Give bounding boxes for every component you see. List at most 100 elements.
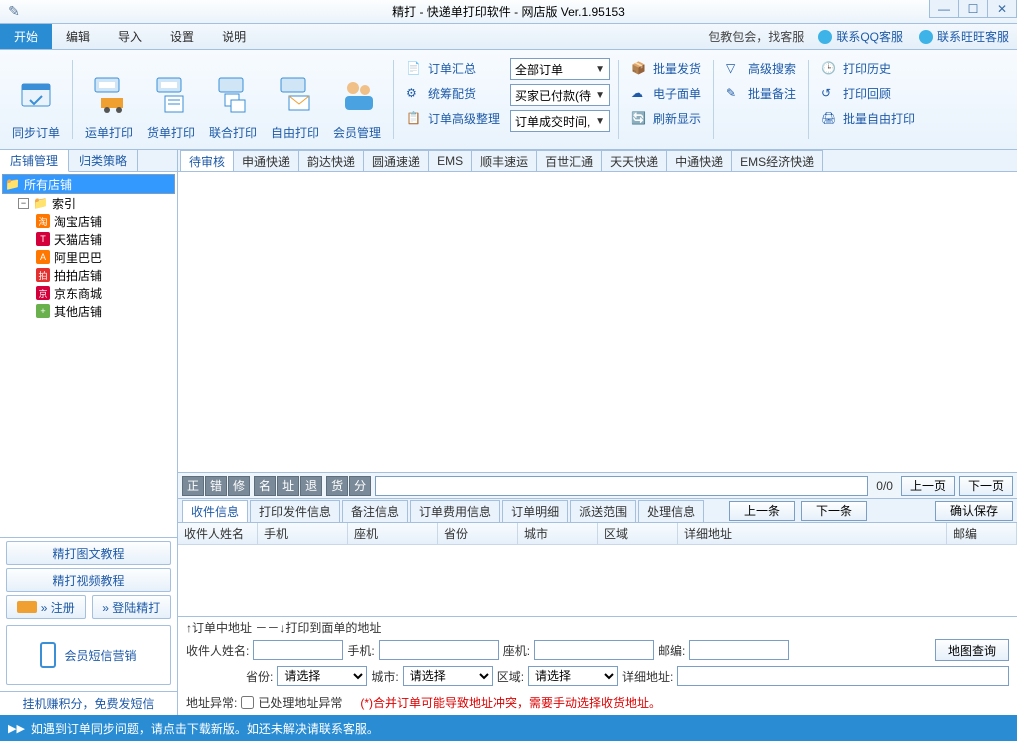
- input-address[interactable]: [677, 666, 1009, 686]
- advanced-search-link[interactable]: ▽高级搜索: [722, 58, 800, 79]
- member-manage-button[interactable]: 会员管理: [327, 54, 387, 145]
- tab-ems[interactable]: EMS: [428, 150, 472, 171]
- tree-other[interactable]: +其他店铺: [36, 302, 175, 320]
- dtab-process[interactable]: 处理信息: [638, 500, 704, 522]
- tab-sto[interactable]: 申通快递: [233, 150, 299, 171]
- printer-mail-icon: [275, 72, 315, 120]
- select-city[interactable]: 请选择: [403, 666, 493, 686]
- tree-jd[interactable]: 京京东商城: [36, 284, 175, 302]
- dtab-recipient[interactable]: 收件信息: [182, 500, 248, 522]
- dtab-delivery[interactable]: 派送范围: [570, 500, 636, 522]
- main-panel: 待审核 申通快递 韵达快递 圆通速递 EMS 顺丰速运 百世汇通 天天快递 中通…: [178, 150, 1017, 715]
- login-button[interactable]: » 登陆精打: [92, 595, 172, 619]
- training-text: 包教包会，找客服: [702, 24, 810, 49]
- act-fix[interactable]: 修: [228, 476, 250, 496]
- act-wrong[interactable]: 错: [205, 476, 227, 496]
- input-mobile[interactable]: [379, 640, 499, 660]
- order-filter-all-dropdown[interactable]: 全部订单▼: [510, 58, 610, 80]
- video-tutorial-button[interactable]: 精打视频教程: [6, 568, 171, 592]
- tab-tt[interactable]: 天天快递: [601, 150, 667, 171]
- tree-taobao[interactable]: 淘淘宝店铺: [36, 212, 175, 230]
- eface-link[interactable]: ☁电子面单: [627, 83, 705, 104]
- act-addr[interactable]: 址: [277, 476, 299, 496]
- tab-best[interactable]: 百世汇通: [536, 150, 602, 171]
- plan-distribute-link[interactable]: ⚙统筹配货: [402, 83, 504, 104]
- order-summary-link[interactable]: 📄订单汇总: [402, 58, 504, 79]
- register-button[interactable]: » 注册: [6, 595, 86, 619]
- collapse-icon[interactable]: −: [18, 198, 29, 209]
- bulk-ship-link[interactable]: 📦批量发货: [627, 58, 705, 79]
- next-page-button[interactable]: 下一页: [959, 476, 1013, 496]
- act-goods[interactable]: 货: [326, 476, 348, 496]
- refresh-link[interactable]: 🔄刷新显示: [627, 108, 705, 129]
- checkbox-handled-abnormal[interactable]: [241, 696, 254, 709]
- sync-orders-button[interactable]: 同步订单: [6, 54, 66, 145]
- next-record-button[interactable]: 下一条: [801, 501, 867, 521]
- prev-page-button[interactable]: 上一页: [901, 476, 955, 496]
- label-city: 城市:: [371, 668, 398, 685]
- merge-warning: (*)合并订单可能导致地址冲突，需要手动选择收货地址。: [360, 694, 661, 711]
- bulk-remark-link[interactable]: ✎批量备注: [722, 83, 800, 104]
- input-name[interactable]: [253, 640, 343, 660]
- menu-settings[interactable]: 设置: [156, 24, 208, 49]
- order-grid[interactable]: [178, 172, 1017, 473]
- order-filter-time-dropdown[interactable]: 订单成交时间,▼: [510, 110, 610, 132]
- free-print-button[interactable]: 自由打印: [265, 54, 325, 145]
- menu-edit[interactable]: 编辑: [52, 24, 104, 49]
- act-return[interactable]: 退: [300, 476, 322, 496]
- tree-alibaba[interactable]: A阿里巴巴: [36, 248, 175, 266]
- tab-yto[interactable]: 圆通速递: [363, 150, 429, 171]
- label-name: 收件人姓名:: [186, 642, 249, 659]
- bulk-free-print-link[interactable]: 🖨批量自由打印: [817, 108, 919, 129]
- joint-print-button[interactable]: 联合打印: [203, 54, 263, 145]
- act-split[interactable]: 分: [349, 476, 371, 496]
- dtab-fee[interactable]: 订单费用信息: [410, 500, 500, 522]
- tree-tmall[interactable]: T天猫店铺: [36, 230, 175, 248]
- qq-support-link[interactable]: 联系QQ客服: [810, 24, 911, 49]
- act-name[interactable]: 名: [254, 476, 276, 496]
- wangwang-support-link[interactable]: 联系旺旺客服: [911, 24, 1017, 49]
- tree-root-all-shops[interactable]: 📁所有店铺: [2, 174, 175, 194]
- dtab-remark[interactable]: 备注信息: [342, 500, 408, 522]
- sms-marketing-button[interactable]: 会员短信营销: [6, 625, 171, 685]
- input-zip[interactable]: [689, 640, 789, 660]
- print-review-link[interactable]: ↺打印回顾: [817, 83, 919, 104]
- goods-print-button[interactable]: 货单打印: [141, 54, 201, 145]
- menu-start[interactable]: 开始: [0, 24, 52, 49]
- col-addr: 详细地址: [678, 523, 947, 544]
- tab-category-strategy[interactable]: 归类策略: [69, 150, 138, 171]
- minimize-button[interactable]: —: [929, 0, 959, 18]
- tab-shop-manage[interactable]: 店铺管理: [0, 150, 69, 172]
- form-row-1: 收件人姓名: 手机: 座机: 邮编: 地图查询: [178, 637, 1017, 663]
- qq-icon: [818, 30, 832, 44]
- select-area[interactable]: 请选择: [528, 666, 618, 686]
- tab-sf[interactable]: 顺丰速运: [471, 150, 537, 171]
- advanced-sort-link[interactable]: 📋订单高级整理: [402, 108, 504, 129]
- search-input[interactable]: [375, 476, 868, 496]
- text-tutorial-button[interactable]: 精打图文教程: [6, 541, 171, 565]
- dtab-sender[interactable]: 打印发件信息: [250, 500, 340, 522]
- menu-import[interactable]: 导入: [104, 24, 156, 49]
- tab-zto[interactable]: 中通快递: [666, 150, 732, 171]
- waybill-print-button[interactable]: 运单打印: [79, 54, 139, 145]
- tree-paipai[interactable]: 拍拍拍店铺: [36, 266, 175, 284]
- tab-pending-review[interactable]: 待审核: [180, 150, 234, 171]
- tree-index[interactable]: −📁索引: [2, 194, 175, 212]
- select-province[interactable]: 请选择: [277, 666, 367, 686]
- tab-yunda[interactable]: 韵达快递: [298, 150, 364, 171]
- detail-grid-body[interactable]: [178, 545, 1017, 617]
- map-query-button[interactable]: 地图查询: [935, 639, 1009, 661]
- act-correct[interactable]: 正: [182, 476, 204, 496]
- input-tel[interactable]: [534, 640, 654, 660]
- print-history-link[interactable]: 🕒打印历史: [817, 58, 919, 79]
- prev-record-button[interactable]: 上一条: [729, 501, 795, 521]
- maximize-button[interactable]: ☐: [958, 0, 988, 18]
- confirm-save-button[interactable]: 确认保存: [935, 501, 1013, 521]
- dtab-items[interactable]: 订单明细: [502, 500, 568, 522]
- order-filter-paid-dropdown[interactable]: 买家已付款(待▼: [510, 84, 610, 106]
- earn-points-link[interactable]: 挂机赚积分，免费发短信: [0, 691, 177, 715]
- printer-icon: 🖨: [821, 111, 837, 127]
- close-button[interactable]: ✕: [987, 0, 1017, 18]
- menu-help[interactable]: 说明: [208, 24, 260, 49]
- tab-ems-eco[interactable]: EMS经济快递: [731, 150, 823, 171]
